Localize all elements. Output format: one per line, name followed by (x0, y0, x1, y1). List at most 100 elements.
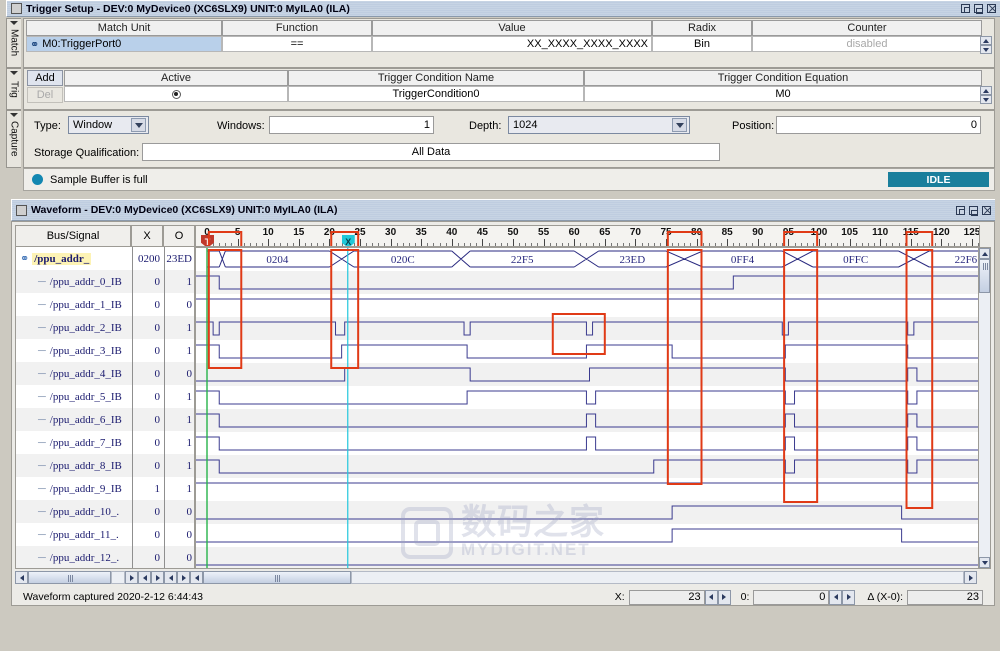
match-scroll-up-button[interactable] (980, 36, 992, 45)
maximize-button[interactable] (974, 4, 983, 14)
waveform-minimize-button[interactable] (956, 205, 965, 215)
trig-row-name[interactable]: TriggerCondition0 (288, 86, 584, 102)
match-row-function[interactable]: == (222, 36, 372, 52)
wave-hscroll-track[interactable] (351, 571, 964, 584)
signal-trace (196, 344, 979, 359)
trigger-setup-titlebar[interactable]: Trigger Setup - DEV:0 MyDevice0 (XC6SLX9… (6, 0, 1000, 17)
windows-input[interactable]: 1 (269, 116, 434, 134)
wave-hscroll-thumb[interactable] (203, 571, 351, 584)
match-col-header-value[interactable]: Value (372, 20, 652, 36)
trig-col-header-name[interactable]: Trigger Condition Name (288, 70, 584, 86)
signal-row[interactable]: ─/ppu_addr_11_. 0 0 (16, 523, 194, 546)
match-col-header-function[interactable]: Function (222, 20, 372, 36)
ruler-major-tick (574, 239, 576, 246)
trig-scroll-down-button[interactable] (980, 95, 992, 104)
signal-row[interactable]: ─/ppu_addr_4_IB 0 0 (16, 362, 194, 385)
signal-list[interactable]: ⚭/ppu_addr_ 0200 23ED ─/ppu_addr_0_IB 0 1 ─/pp… (15, 247, 195, 569)
signal-row[interactable]: ─/ppu_addr_8_IB 0 1 (16, 454, 194, 477)
signal-value-o: 0 (164, 523, 194, 546)
signal-value-o: 0 (164, 293, 194, 316)
expand-toggle-icon[interactable]: ⚭ (20, 252, 29, 265)
column-header-x[interactable]: X (131, 225, 163, 247)
trigger-setup-window-buttons (961, 4, 1000, 14)
signal-row[interactable]: ─/ppu_addr_1_IB 0 0 (16, 293, 194, 316)
tree-branch-icon: ─ (38, 528, 46, 541)
cursor-o-inc-button[interactable] (842, 589, 856, 605)
add-condition-button[interactable]: Add (27, 70, 63, 86)
chevron-down-icon[interactable] (131, 118, 146, 132)
cursor-o-input[interactable]: 0 (753, 589, 830, 605)
trigger-marker-icon[interactable]: T (201, 235, 214, 246)
column-header-o[interactable]: O (163, 225, 195, 247)
signal-row[interactable]: ─/ppu_addr_7_IB 0 1 (16, 431, 194, 454)
name-pane-hscroll-thumb[interactable] (28, 571, 111, 584)
del-condition-button[interactable]: Del (27, 87, 63, 103)
hscroll-right-button[interactable] (125, 571, 138, 584)
match-scroll-down-button[interactable] (980, 45, 992, 54)
storage-qualification-label: Storage Qualification: (34, 147, 140, 159)
signal-row[interactable]: ─/ppu_addr_6_IB 0 1 (16, 408, 194, 431)
match-row-radix[interactable]: Bin (652, 36, 752, 52)
ruler-tick-label: 15 (293, 227, 305, 238)
sidebar-tab-capture[interactable]: Capture (6, 110, 21, 168)
match-col-header-counter[interactable]: Counter (752, 20, 982, 36)
trig-scroll-up-button[interactable] (980, 86, 992, 95)
nav-prev-transition-button[interactable] (138, 571, 151, 584)
tree-branch-icon: ─ (38, 367, 46, 380)
signal-row[interactable]: ─/ppu_addr_2_IB 0 1 (16, 316, 194, 339)
match-row-value[interactable]: XX_XXXX_XXXX_XXXX (372, 36, 652, 52)
waveform-window-buttons (956, 205, 995, 216)
trig-row-active[interactable] (64, 86, 288, 102)
type-label: Type: (34, 120, 61, 132)
sidebar-tab-trig[interactable]: Trig (6, 68, 21, 110)
trig-row-equation[interactable]: M0 (584, 86, 982, 102)
cursor-x-inc-button[interactable] (717, 589, 731, 605)
chevron-down-icon[interactable] (672, 118, 687, 132)
waveform-vertical-scrollbar[interactable] (978, 247, 991, 569)
cursor-x-dec-button[interactable] (704, 589, 718, 605)
signal-row[interactable]: ─/ppu_addr_12_. 0 0 (16, 546, 194, 568)
signal-row[interactable]: ─/ppu_addr_0_IB 0 1 (16, 270, 194, 293)
name-pane-hscroll-track[interactable] (111, 571, 125, 584)
type-combobox[interactable]: Window (68, 116, 149, 134)
waveform-titlebar[interactable]: Waveform - DEV:0 MyDevice0 (XC6SLX9) UNI… (11, 199, 995, 221)
signal-row[interactable]: ─/ppu_addr_10_. 0 0 (16, 500, 194, 523)
match-col-header-radix[interactable]: Radix (652, 20, 752, 36)
wave-vscroll-thumb[interactable] (979, 259, 990, 293)
cursor-x-input[interactable]: 23 (628, 589, 705, 605)
match-row-counter[interactable]: disabled (752, 36, 982, 52)
minimize-button[interactable] (961, 4, 970, 13)
hscroll-left-button[interactable] (15, 571, 28, 584)
wave-scroll-down-button[interactable] (979, 557, 990, 568)
waveform-maximize-button[interactable] (969, 205, 978, 216)
cursor-marker-icon[interactable]: X (341, 235, 355, 246)
match-col-header-match-unit[interactable]: Match Unit (26, 20, 222, 36)
signal-value-x: 0 (132, 546, 164, 568)
expand-key-icon[interactable]: ⚭ (30, 38, 39, 51)
column-header-bus-signal[interactable]: Bus/Signal (15, 225, 131, 247)
active-radio-button[interactable] (171, 89, 181, 99)
time-ruler[interactable]: 0 5 10 15 20 25 30 35 40 45 50 55 60 65 70 75 80 85 90 95 10… (195, 225, 980, 247)
close-button[interactable] (987, 4, 996, 13)
match-row-match-unit[interactable]: ⚭ M0:TriggerPort0 (26, 36, 222, 52)
depth-combobox[interactable]: 1024 (508, 116, 690, 134)
sidebar-tab-match[interactable]: Match (6, 18, 21, 68)
wave-scroll-up-button[interactable] (979, 248, 990, 259)
storage-qualification-input[interactable]: All Data (142, 143, 720, 161)
signal-row[interactable]: ─/ppu_addr_3_IB 0 1 (16, 339, 194, 362)
nav-next-sample-button[interactable] (177, 571, 190, 584)
signal-row[interactable]: ⚭/ppu_addr_ 0200 23ED (16, 247, 194, 270)
signal-row[interactable]: ─/ppu_addr_5_IB 0 1 (16, 385, 194, 408)
position-input[interactable]: 0 (776, 116, 981, 134)
cursor-o-dec-button[interactable] (829, 589, 843, 605)
signal-name: /ppu_addr_9_IB (49, 482, 122, 495)
nav-next-transition-button[interactable] (151, 571, 164, 584)
trig-col-header-equation[interactable]: Trigger Condition Equation (584, 70, 982, 86)
signal-row[interactable]: ─/ppu_addr_9_IB 1 1 (16, 477, 194, 500)
wave-hscroll-right-button[interactable] (964, 571, 977, 584)
trig-col-header-active[interactable]: Active (64, 70, 288, 86)
wave-hscroll-left-button[interactable] (190, 571, 203, 584)
waveform-canvas[interactable]: 0204 020C 22F5 23ED 0FF4 0FFC 22F6 数码之家 MYDIGI… (195, 247, 980, 569)
waveform-close-button[interactable] (982, 205, 991, 215)
nav-prev-sample-button[interactable] (164, 571, 177, 584)
